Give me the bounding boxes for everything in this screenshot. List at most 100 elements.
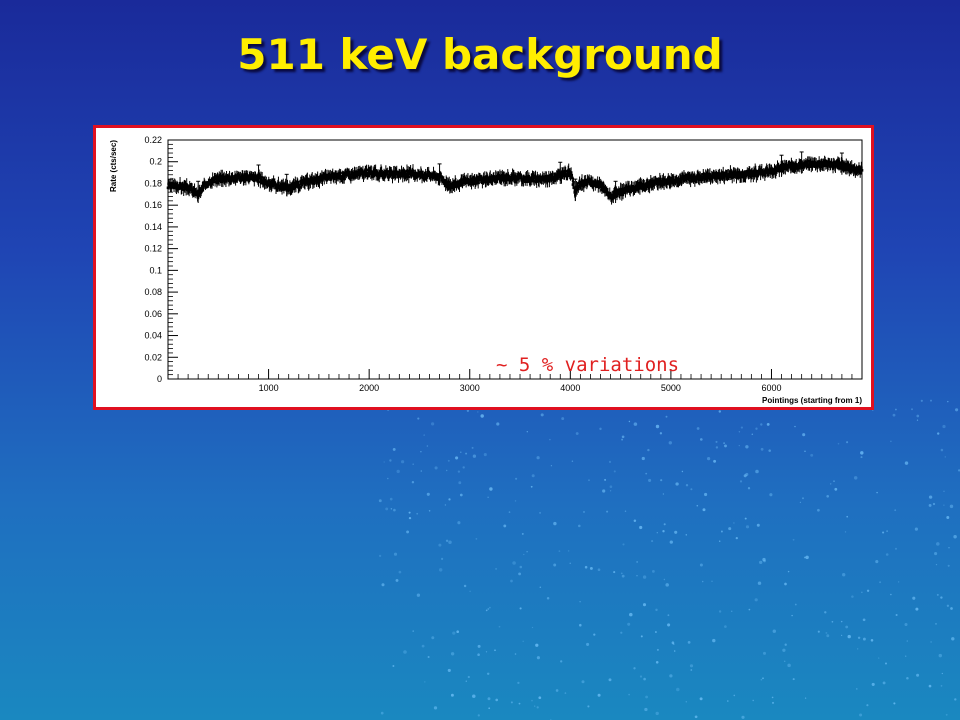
star <box>685 484 689 487</box>
star <box>916 673 920 677</box>
star <box>553 563 557 567</box>
star <box>485 651 488 653</box>
star <box>389 459 392 462</box>
star <box>643 677 646 681</box>
star <box>745 445 749 449</box>
star <box>824 611 827 614</box>
star <box>456 630 460 634</box>
star <box>540 413 544 417</box>
star <box>704 492 708 497</box>
star <box>667 623 671 627</box>
star <box>727 700 729 702</box>
star <box>804 450 806 453</box>
star <box>860 451 864 455</box>
star <box>495 567 498 570</box>
star <box>890 593 892 596</box>
data-point <box>339 171 342 175</box>
star <box>510 579 513 583</box>
star <box>915 607 919 611</box>
x-tick-label: 5000 <box>661 383 681 393</box>
star <box>483 453 487 457</box>
star <box>760 678 763 681</box>
star <box>934 552 938 556</box>
star <box>782 648 786 652</box>
star <box>940 448 944 452</box>
star <box>916 419 919 421</box>
star <box>724 625 727 628</box>
x-axis-title: Pointings (starting from 1) <box>762 396 862 405</box>
star <box>668 441 672 445</box>
star <box>759 560 763 565</box>
star <box>487 697 491 701</box>
star <box>673 650 676 652</box>
star <box>826 634 830 638</box>
star <box>847 634 851 639</box>
star <box>477 714 480 717</box>
star <box>914 527 918 531</box>
star <box>455 456 459 460</box>
star <box>894 547 898 550</box>
star <box>624 510 627 512</box>
star <box>519 607 522 610</box>
y-tick-label: 0.04 <box>144 331 162 341</box>
star <box>553 521 557 526</box>
star <box>860 456 863 459</box>
star <box>450 652 455 656</box>
star <box>517 681 520 685</box>
star <box>430 422 435 426</box>
star <box>833 480 835 482</box>
star <box>755 427 758 430</box>
star <box>728 527 732 531</box>
star <box>831 620 834 623</box>
star <box>636 575 638 577</box>
star <box>560 660 563 663</box>
star <box>387 477 389 480</box>
star <box>471 446 474 449</box>
star <box>875 560 879 564</box>
star <box>760 447 764 451</box>
star <box>817 630 820 633</box>
star <box>401 460 405 464</box>
star <box>762 651 767 655</box>
star <box>417 417 420 420</box>
star <box>475 538 478 540</box>
star <box>747 487 751 490</box>
star <box>890 440 892 443</box>
star <box>498 625 501 628</box>
star <box>441 557 444 561</box>
star <box>769 493 773 497</box>
star <box>613 571 616 574</box>
star <box>584 565 588 569</box>
star <box>894 509 897 512</box>
star <box>608 678 612 682</box>
star <box>620 572 623 575</box>
star <box>837 442 840 445</box>
star <box>829 483 832 485</box>
star <box>448 498 451 501</box>
star <box>792 538 795 541</box>
star <box>928 495 933 499</box>
star <box>905 655 907 657</box>
star <box>561 417 565 421</box>
star <box>457 470 461 473</box>
star <box>846 515 848 518</box>
star <box>496 422 500 426</box>
star <box>910 408 914 411</box>
star <box>472 694 476 698</box>
star <box>434 466 438 470</box>
star <box>699 438 703 441</box>
star <box>426 492 430 496</box>
star <box>912 596 916 600</box>
star <box>597 568 601 572</box>
star <box>620 631 623 634</box>
chart-panel: 0 0.02 0.04 0.06 0.08 0.1 0.12 0.14 0.16 0.18 0.2 0… <box>93 125 874 410</box>
star <box>640 635 643 638</box>
star <box>486 672 490 676</box>
y-tick-label: 0.18 <box>144 178 162 188</box>
star <box>675 482 679 486</box>
star <box>724 444 727 448</box>
star <box>428 510 431 512</box>
star <box>526 550 528 553</box>
star <box>791 614 793 617</box>
star <box>599 427 602 431</box>
